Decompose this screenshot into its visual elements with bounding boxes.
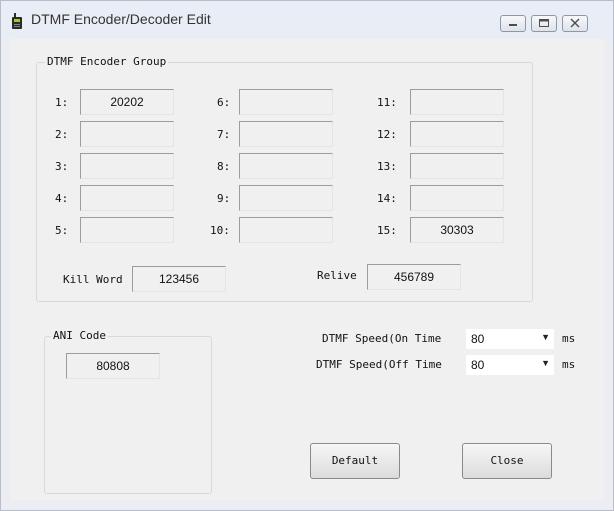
encoder-field-10[interactable] (239, 217, 333, 243)
encoder-label-1: 1: (55, 96, 69, 109)
minimize-icon (509, 24, 517, 26)
window-title: DTMF Encoder/Decoder Edit (31, 11, 211, 27)
ani-code-group: ANI Code 80808 (44, 329, 212, 494)
encoder-label-2: 2: (55, 128, 69, 141)
encoder-label-7: 7: (217, 128, 231, 141)
encoder-field-7[interactable] (239, 121, 333, 147)
encoder-field-4[interactable] (80, 185, 174, 211)
encoder-label-12: 12: (377, 128, 397, 141)
encoder-label-9: 9: (217, 192, 231, 205)
encoder-field-8[interactable] (239, 153, 333, 179)
encoder-label-10: 10: (210, 224, 230, 237)
maximize-button[interactable] (531, 15, 557, 32)
dropdown-arrow-icon: ▼ (541, 358, 550, 368)
default-button[interactable]: Default (310, 443, 400, 479)
dtmf-speed-off-label: DTMF Speed(Off Time (316, 358, 442, 371)
dropdown-arrow-icon: ▼ (541, 332, 550, 342)
encoder-label-15: 15: (377, 224, 397, 237)
ani-code-title: ANI Code (51, 329, 108, 342)
dialog-client-area: DTMF Encoder Group 1: 20202 2: 3: 4: 5: … (10, 39, 604, 500)
encoder-label-11: 11: (377, 96, 397, 109)
encoder-field-6[interactable] (239, 89, 333, 115)
encoder-field-1[interactable]: 20202 (80, 89, 174, 115)
kill-word-label: Kill Word (63, 273, 123, 286)
dtmf-edit-window: DTMF Encoder/Decoder Edit DTMF Encoder G… (0, 0, 614, 511)
encoder-field-15[interactable]: 30303 (410, 217, 504, 243)
encoder-field-2[interactable] (80, 121, 174, 147)
encoder-field-9[interactable] (239, 185, 333, 211)
encoder-field-13[interactable] (410, 153, 504, 179)
dtmf-encoder-group: DTMF Encoder Group 1: 20202 2: 3: 4: 5: … (36, 55, 533, 302)
encoder-label-3: 3: (55, 160, 69, 173)
maximize-icon (539, 19, 549, 27)
encoder-label-4: 4: (55, 192, 69, 205)
encoder-label-6: 6: (217, 96, 231, 109)
encoder-field-5[interactable] (80, 217, 174, 243)
encoder-field-3[interactable] (80, 153, 174, 179)
encoder-field-14[interactable] (410, 185, 504, 211)
radio-app-icon (12, 13, 22, 29)
kill-word-field[interactable]: 123456 (132, 266, 226, 292)
dtmf-speed-on-unit: ms (562, 332, 576, 345)
encoder-group-title: DTMF Encoder Group (45, 55, 169, 68)
dtmf-speed-off-unit: ms (562, 358, 576, 371)
close-button[interactable]: Close (462, 443, 552, 479)
dtmf-speed-on-value: 80 (471, 332, 485, 346)
encoder-label-14: 14: (377, 192, 397, 205)
encoder-label-5: 5: (55, 224, 69, 237)
relive-field[interactable]: 456789 (367, 264, 461, 290)
encoder-label-8: 8: (217, 160, 231, 173)
encoder-label-13: 13: (377, 160, 397, 173)
close-window-button[interactable] (562, 15, 588, 32)
dtmf-speed-off-value: 80 (471, 358, 485, 372)
title-bar[interactable]: DTMF Encoder/Decoder Edit (1, 1, 613, 39)
minimize-button[interactable] (500, 15, 526, 32)
relive-label: Relive (317, 269, 357, 282)
ani-code-field[interactable]: 80808 (66, 353, 160, 379)
dtmf-speed-off-select[interactable]: 80 ▼ (466, 355, 554, 375)
encoder-field-11[interactable] (410, 89, 504, 115)
dtmf-speed-on-label: DTMF Speed(On Time (322, 332, 442, 345)
encoder-field-12[interactable] (410, 121, 504, 147)
close-icon (570, 18, 580, 28)
dtmf-speed-on-select[interactable]: 80 ▼ (466, 329, 554, 349)
